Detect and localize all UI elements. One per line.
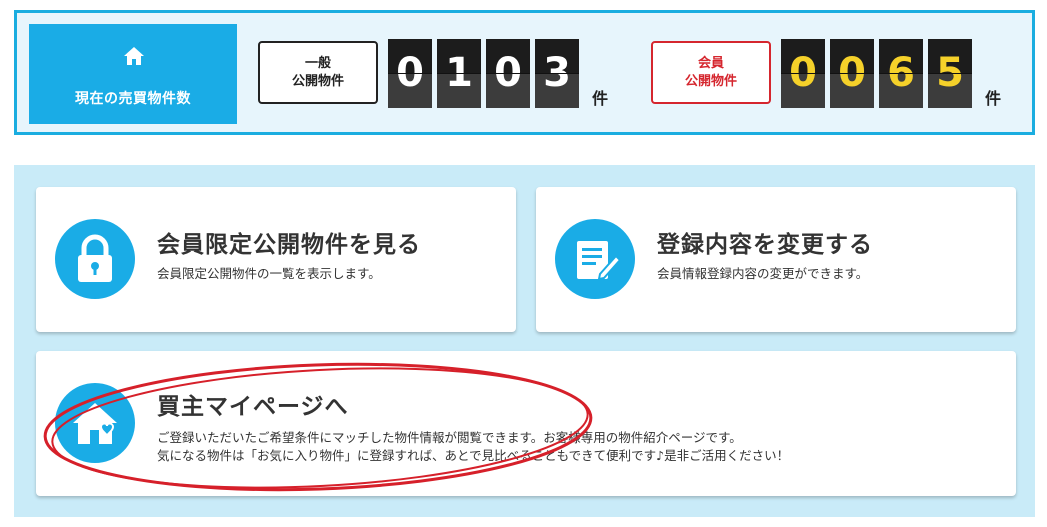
property-count-panel: 現在の売買物件数 一般 公開物件 0 1 0 3 件 会員 公開物件 0 0 6… <box>14 10 1035 135</box>
member-digit: 6 <box>879 39 923 108</box>
buyer-mypage-desc-line1: ご登録いただいたご希望条件にマッチした物件情報が閲覧できます。お客様専用の物件紹… <box>157 430 742 445</box>
general-count-digits: 0 1 0 3 <box>388 39 579 108</box>
edit-registration-title: 登録内容を変更する <box>657 232 873 258</box>
property-count-title-box: 現在の売買物件数 <box>29 24 237 124</box>
edit-registration-card[interactable]: 登録内容を変更する 会員情報登録内容の変更ができます。 <box>536 187 1016 332</box>
member-listings-card[interactable]: 会員限定公開物件を見る 会員限定公開物件の一覧を表示します。 <box>36 187 516 332</box>
home-icon <box>124 47 144 65</box>
member-digit: 0 <box>781 39 825 108</box>
general-digit: 0 <box>388 39 432 108</box>
general-digit: 0 <box>486 39 530 108</box>
edit-document-icon <box>555 219 635 299</box>
member-count-unit: 件 <box>985 89 1002 108</box>
member-label-line1: 会員 <box>697 55 724 71</box>
general-count-unit: 件 <box>592 89 609 108</box>
member-digit: 0 <box>830 39 874 108</box>
buyer-mypage-title: 買主マイページへ <box>157 394 349 420</box>
member-listings-desc: 会員限定公開物件の一覧を表示します。 <box>157 266 381 281</box>
member-listing-label: 会員 公開物件 <box>651 41 771 104</box>
buyer-mypage-card[interactable]: 買主マイページへ ご登録いただいたご希望条件にマッチした物件情報が閲覧できます。… <box>36 351 1016 496</box>
member-digit: 5 <box>928 39 972 108</box>
buyer-mypage-desc-line2: 気になる物件は「お気に入り物件」に登録すれば、あとで見比べることもできて便利です… <box>157 448 790 463</box>
general-digit: 3 <box>535 39 579 108</box>
lock-icon <box>55 219 135 299</box>
member-count-digits: 0 0 6 5 <box>781 39 972 108</box>
menu-cards-area: 会員限定公開物件を見る 会員限定公開物件の一覧を表示します。 登録内容を変更する… <box>14 165 1035 517</box>
member-label-line2: 公開物件 <box>684 73 737 89</box>
general-digit: 1 <box>437 39 481 108</box>
home-heart-icon <box>55 383 135 463</box>
general-label-line1: 一般 <box>304 55 331 71</box>
general-listing-label: 一般 公開物件 <box>258 41 378 104</box>
property-count-title: 現在の売買物件数 <box>75 91 191 107</box>
edit-registration-desc: 会員情報登録内容の変更ができます。 <box>657 266 869 281</box>
buyer-mypage-desc: ご登録いただいたご希望条件にマッチした物件情報が閲覧できます。お客様専用の物件紹… <box>157 429 789 465</box>
member-listings-title: 会員限定公開物件を見る <box>157 232 421 258</box>
general-label-line2: 公開物件 <box>291 73 344 89</box>
